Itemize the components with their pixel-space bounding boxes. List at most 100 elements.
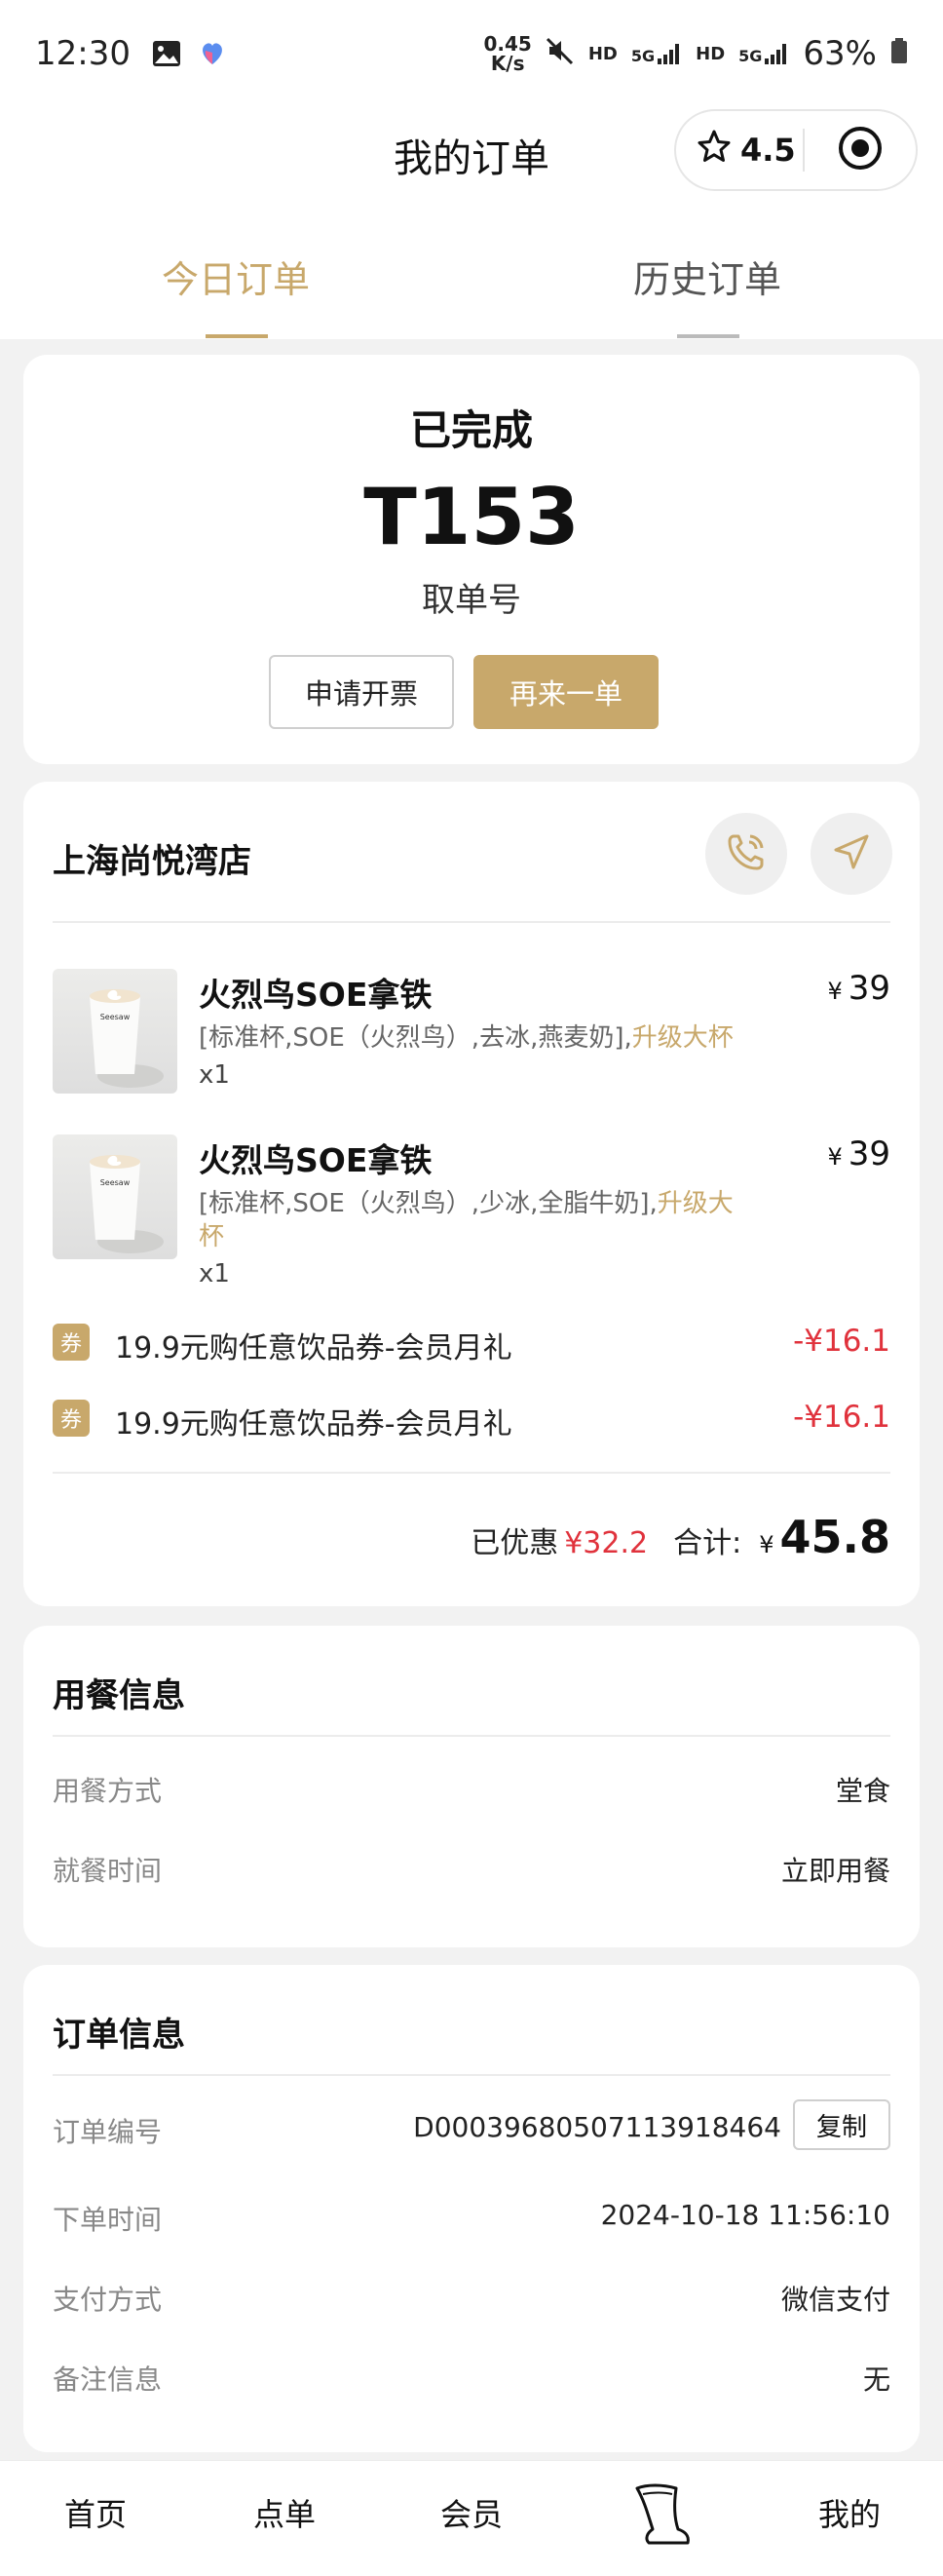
store-name: 上海尚悦湾店 — [53, 842, 251, 881]
svg-text:Seesaw: Seesaw — [100, 1178, 131, 1187]
nav-home[interactable]: 首页 — [18, 2490, 173, 2535]
order-item: Seesaw 火烈鸟SOE拿铁 [标准杯,SOE（火烈鸟）,少冰,全脂牛奶],升… — [53, 1134, 890, 1300]
divider — [53, 2074, 890, 2076]
pickup-number-label: 取单号 — [422, 581, 521, 620]
call-store-button[interactable] — [705, 813, 787, 895]
rating-button[interactable]: 4.5 — [676, 130, 803, 171]
item-spec-text: [标准杯,SOE（火烈鸟）,去冰,燕麦奶], — [199, 1023, 632, 1053]
row-value: 微信支付 — [780, 2284, 890, 2316]
item-price-value: 39 — [848, 1134, 890, 1173]
battery-percent: 63% — [803, 34, 877, 73]
item-name: 火烈鸟SOE拿铁 — [199, 1141, 433, 1179]
signal-icon-1: 5G — [631, 42, 682, 65]
tab-today-orders[interactable]: 今日订单 — [90, 250, 382, 303]
item-qty: x1 — [199, 1060, 230, 1090]
order-info-card: 订单信息 订单编号 D0003968050711391846­4 复制 下单时间… — [23, 1965, 920, 2452]
heart-app-icon — [199, 41, 226, 66]
gallery-icon — [152, 40, 181, 67]
page-header: 我的订单 4.5 — [0, 107, 943, 205]
pickup-number: T153 — [363, 472, 580, 562]
order-time-row: 下单时间 2024-10-18 11:56:10 — [53, 2199, 890, 2242]
coupon-amount: -¥16.1 — [793, 1400, 890, 1435]
signal-label-2: 5G — [738, 47, 763, 65]
nav-orders-boot-icon[interactable] — [623, 2475, 701, 2553]
order-status: 已完成 — [409, 406, 533, 454]
order-tabs: 今日订单 历史订单 — [0, 205, 943, 339]
product-image: Seesaw — [53, 1134, 177, 1259]
coupon-row: 券 19.9元购任意饮品券-会员月礼 -¥16.1 — [53, 1398, 890, 1442]
row-value: 无 — [862, 2364, 890, 2396]
tab-today-underline — [206, 334, 268, 338]
hd-label-1: HD — [587, 43, 618, 64]
invoice-button[interactable]: 申请开票 — [269, 655, 454, 729]
discount-label: 已优惠 — [471, 1526, 559, 1560]
total-amount: 45.8 — [779, 1511, 891, 1563]
order-status-card: 已完成 T153 取单号 申请开票 再来一单 — [23, 355, 920, 764]
item-qty: x1 — [199, 1259, 230, 1288]
currency-symbol: ¥ — [827, 978, 843, 1005]
bottom-navigation: 首页 点单 会员 我的 — [0, 2460, 943, 2576]
item-price: ¥39 — [827, 969, 890, 1008]
battery-icon — [890, 37, 908, 70]
dining-time-row: 就餐时间 立即用餐 — [53, 1850, 890, 1893]
row-value: 立即用餐 — [780, 1855, 890, 1887]
currency-symbol: ¥ — [827, 1143, 843, 1171]
row-value: 2024-10-18 11:56:10 — [600, 2199, 890, 2231]
dining-info-card: 用餐信息 用餐方式 堂食 就餐时间 立即用餐 — [23, 1626, 920, 1947]
item-price-value: 39 — [848, 969, 890, 1008]
net-speed-value: 0.45 — [483, 32, 532, 56]
svg-text:Seesaw: Seesaw — [100, 1013, 131, 1021]
order-info-title: 订单信息 — [53, 2016, 185, 2055]
copy-order-number-button[interactable]: 复制 — [793, 2099, 890, 2150]
dining-info-title: 用餐信息 — [53, 1676, 185, 1715]
total-currency: ¥ — [759, 1531, 774, 1558]
signal-icon-2: 5G — [738, 42, 789, 65]
item-spec: [标准杯,SOE（火烈鸟）,少冰,全脂牛奶],升级大杯 — [199, 1187, 744, 1253]
coupon-badge: 券 — [53, 1400, 90, 1437]
order-summary: 已优惠 ¥32.2 合计: ¥ 45.8 — [471, 1511, 890, 1563]
order-detail-card: 上海尚悦湾店 Seesaw 火烈鸟SOE拿铁 [标准杯,SOE（火烈鸟）,去冰,… — [23, 782, 920, 1606]
row-key: 用餐方式 — [53, 1775, 163, 1807]
phone-icon — [725, 830, 768, 877]
divider — [53, 921, 890, 923]
net-speed: 0.45 K/s — [484, 34, 532, 73]
coupon-name: 19.9元购任意饮品券-会员月礼 — [115, 1331, 512, 1365]
coupon-badge: 券 — [53, 1324, 90, 1361]
item-price: ¥39 — [827, 1134, 890, 1173]
mini-program-capsule: 4.5 — [674, 109, 918, 191]
dining-method-row: 用餐方式 堂食 — [53, 1770, 890, 1813]
nav-mine[interactable]: 我的 — [772, 2490, 927, 2535]
row-key: 订单编号 — [53, 2116, 163, 2148]
order-number: D0003968050711391846­4 — [413, 2111, 781, 2143]
nav-order[interactable]: 点单 — [207, 2490, 362, 2535]
hd-label-2: HD — [696, 43, 726, 64]
row-key: 就餐时间 — [53, 1855, 163, 1887]
divider — [53, 1472, 890, 1474]
target-icon — [837, 125, 884, 175]
coupon-amount: -¥16.1 — [793, 1324, 890, 1359]
remark-row: 备注信息 无 — [53, 2359, 890, 2402]
product-image: Seesaw — [53, 969, 177, 1094]
close-miniprogram-button[interactable] — [805, 125, 916, 175]
row-key: 支付方式 — [53, 2284, 163, 2316]
navigate-store-button[interactable] — [811, 813, 892, 895]
net-speed-unit: K/s — [490, 52, 525, 75]
status-bar: 12:30 0.45 K/s HD 5G HD 5G 63% — [0, 0, 943, 107]
item-upgrade: 升级大杯 — [631, 1023, 734, 1053]
discount-value: ¥32.2 — [564, 1526, 649, 1560]
tab-history-underline — [677, 334, 739, 338]
status-time: 12:30 — [35, 34, 131, 73]
row-key: 下单时间 — [53, 2204, 163, 2236]
star-icon — [698, 130, 731, 171]
rating-value: 4.5 — [740, 132, 796, 169]
row-value: 堂食 — [835, 1775, 890, 1807]
coupon-row: 券 19.9元购任意饮品券-会员月礼 -¥16.1 — [53, 1322, 890, 1365]
navigation-arrow-icon — [830, 830, 873, 877]
total-label: 合计: — [673, 1526, 742, 1560]
nav-member[interactable]: 会员 — [394, 2490, 549, 2535]
reorder-button[interactable]: 再来一单 — [473, 655, 659, 729]
item-name: 火烈鸟SOE拿铁 — [199, 976, 433, 1014]
item-spec-text: [标准杯,SOE（火烈鸟）,少冰,全脂牛奶], — [199, 1189, 658, 1218]
tab-history-orders[interactable]: 历史订单 — [561, 250, 853, 303]
item-spec: [标准杯,SOE（火烈鸟）,去冰,燕麦奶],升级大杯 — [199, 1021, 744, 1055]
